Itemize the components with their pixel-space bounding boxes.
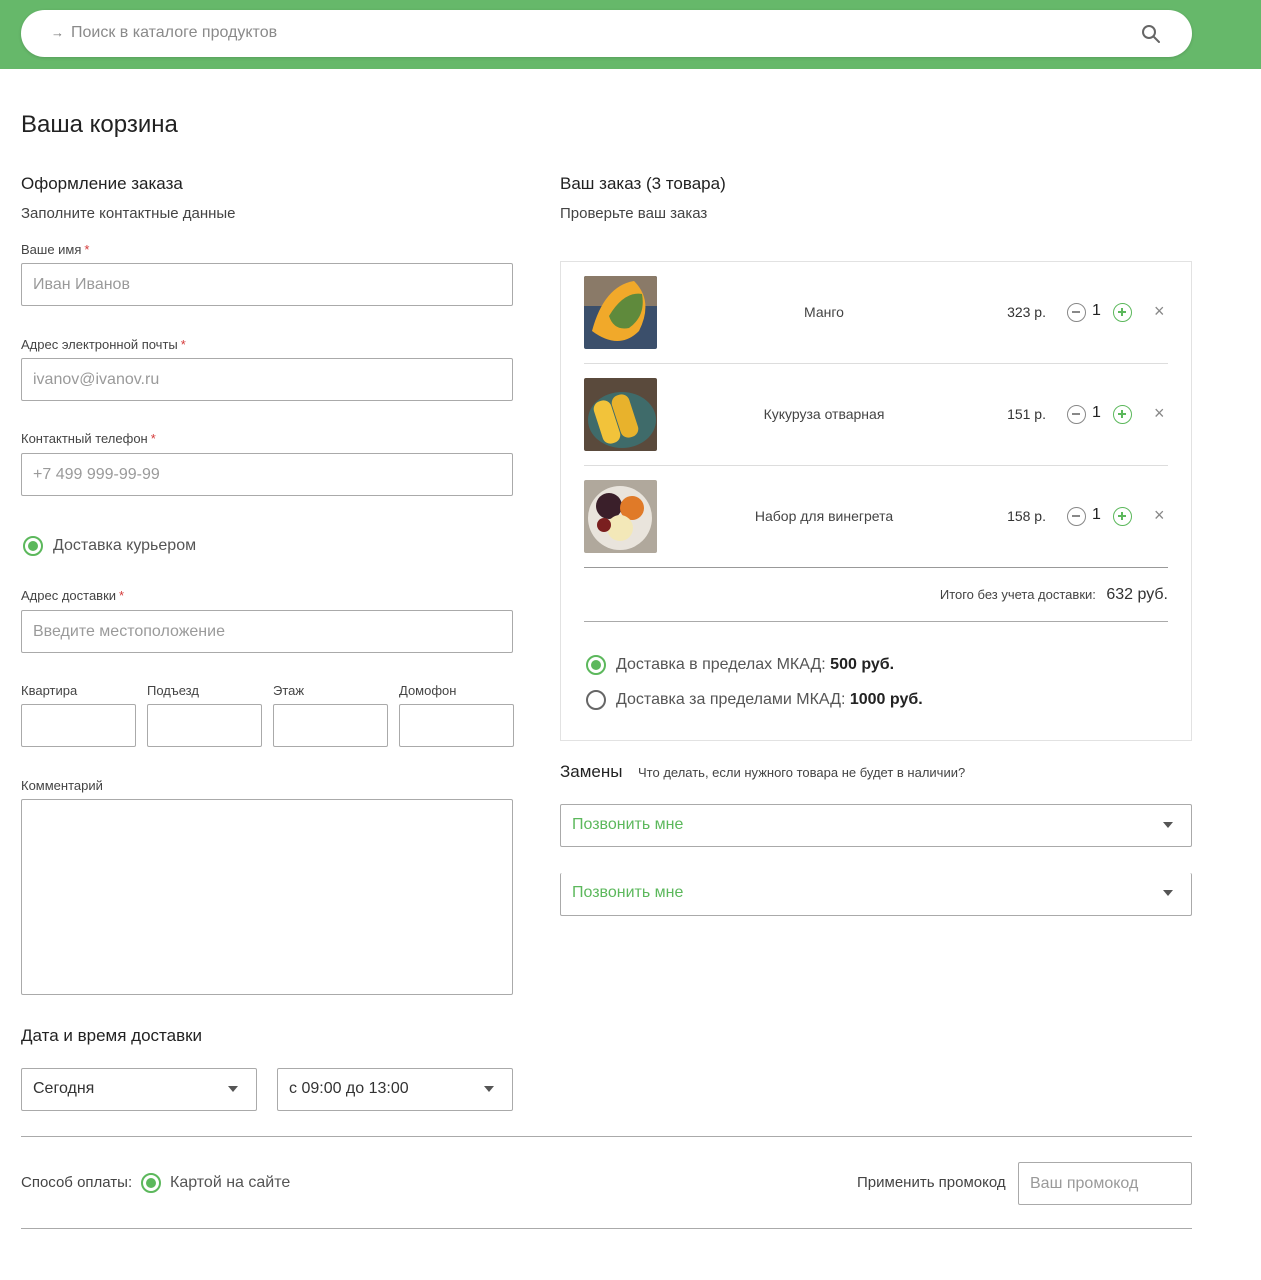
datetime-title: Дата и время доставки	[21, 1026, 203, 1045]
floor-field[interactable]	[273, 704, 388, 747]
required-mark: *	[150, 431, 156, 446]
total-value: 632 руб.	[1106, 586, 1168, 603]
total-label: Итого без учета доставки:	[939, 587, 1096, 602]
order-item-row: Манго 323 р. 1 ×	[584, 262, 1168, 364]
item-quantity: 1	[1092, 302, 1101, 319]
delivery-inside-mkad-radio[interactable]	[586, 655, 606, 675]
search-icon[interactable]	[1140, 23, 1162, 45]
intercom-field[interactable]	[399, 704, 514, 747]
date-select-value: Сегодня	[33, 1080, 95, 1097]
comment-label: Комментарий	[21, 778, 103, 793]
email-label: Адрес электронной почты *	[21, 337, 186, 352]
required-mark: *	[180, 337, 186, 352]
item-price: 323 р.	[1007, 304, 1046, 320]
promo-code-field[interactable]	[1018, 1162, 1192, 1205]
phone-label: Контактный телефон *	[21, 431, 156, 446]
divider	[584, 621, 1168, 622]
apartment-field[interactable]	[21, 704, 136, 747]
order-subtitle: Проверьте ваш заказ	[560, 205, 708, 222]
search-input[interactable]	[71, 18, 1121, 48]
checkout-title: Оформление заказа	[21, 174, 183, 193]
name-label: Ваше имя *	[21, 242, 90, 257]
minus-circle-icon[interactable]	[1067, 507, 1086, 526]
intercom-label: Домофон	[399, 683, 457, 698]
close-icon[interactable]: ×	[1154, 404, 1165, 422]
order-item-row: Кукуруза отварная 151 р. 1 ×	[584, 364, 1168, 466]
order-total: Итого без учета доставки: 632 руб.	[584, 586, 1168, 604]
item-name: Набор для винегрета	[754, 508, 894, 524]
name-field[interactable]	[21, 263, 513, 306]
divider	[21, 1228, 1192, 1229]
minus-circle-icon[interactable]	[1067, 303, 1086, 322]
order-box: Манго 323 р. 1 × Кукуруза отварная 151 р…	[560, 261, 1192, 741]
phone-field[interactable]	[21, 453, 513, 496]
plus-circle-icon[interactable]	[1113, 405, 1132, 424]
required-mark: *	[84, 242, 90, 257]
email-field[interactable]	[21, 358, 513, 401]
replacements-hint: Что делать, если нужного товара не будет…	[638, 765, 966, 780]
mango-image	[584, 276, 657, 349]
arrow-right-icon: →	[51, 25, 64, 40]
checkout-subtitle: Заполните контактные данные	[21, 205, 236, 222]
item-price: 158 р.	[1007, 508, 1046, 524]
order-item-row: Набор для винегрета 158 р. 1 ×	[584, 466, 1168, 568]
plus-circle-icon[interactable]	[1113, 507, 1132, 526]
caret-down-icon	[1163, 890, 1173, 896]
caret-down-icon	[484, 1086, 494, 1092]
header-bar: →	[0, 0, 1261, 69]
address-field[interactable]	[21, 610, 513, 653]
courier-delivery-radio[interactable]	[23, 536, 43, 556]
card-payment-label: Картой на сайте	[170, 1174, 291, 1191]
minus-circle-icon[interactable]	[1067, 405, 1086, 424]
delivery-inside-mkad-label: Доставка в пределах МКАД: 500 руб.	[616, 656, 895, 673]
address-label: Адрес доставки *	[21, 588, 125, 603]
replacement-select-value: Позвонить мне	[572, 816, 684, 833]
corn-image	[584, 378, 657, 451]
item-quantity: 1	[1092, 506, 1101, 523]
item-quantity: 1	[1092, 404, 1101, 421]
promo-label: Применить промокод	[857, 1174, 1006, 1191]
delivery-outside-mkad-radio[interactable]	[586, 690, 606, 710]
vinegret-set-image	[584, 480, 657, 553]
page-title: Ваша корзина	[21, 111, 178, 138]
courier-delivery-label: Доставка курьером	[53, 537, 197, 554]
floor-label: Этаж	[273, 683, 305, 698]
replacement-select[interactable]: Позвонить мне	[560, 804, 1192, 847]
date-select[interactable]: Сегодня	[21, 1068, 257, 1111]
replacement-select-2[interactable]: Позвонить мне	[560, 873, 1192, 916]
payment-label: Способ оплаты:	[21, 1174, 133, 1191]
order-title: Ваш заказ (3 товара)	[560, 174, 726, 193]
plus-circle-icon[interactable]	[1113, 303, 1132, 322]
delivery-outside-mkad-label: Доставка за пределами МКАД: 1000 руб.	[616, 691, 923, 708]
required-mark: *	[119, 588, 125, 603]
time-select-value: с 09:00 до 13:00	[289, 1080, 409, 1097]
search-bar[interactable]: →	[21, 10, 1192, 57]
apartment-label: Квартира	[21, 683, 78, 698]
comment-field[interactable]	[21, 799, 513, 995]
close-icon[interactable]: ×	[1154, 302, 1165, 320]
close-icon[interactable]: ×	[1154, 506, 1165, 524]
time-select[interactable]: с 09:00 до 13:00	[277, 1068, 513, 1111]
caret-down-icon	[1163, 822, 1173, 828]
replacements-title: Замены	[560, 762, 623, 781]
entrance-label: Подъезд	[147, 683, 199, 698]
item-name: Кукуруза отварная	[763, 406, 885, 422]
item-name: Манго	[804, 304, 844, 320]
item-price: 151 р.	[1007, 406, 1046, 422]
card-payment-radio[interactable]	[141, 1173, 161, 1193]
replacement-select-value: Позвонить мне	[572, 884, 684, 901]
divider	[21, 1136, 1192, 1137]
caret-down-icon	[228, 1086, 238, 1092]
entrance-field[interactable]	[147, 704, 262, 747]
